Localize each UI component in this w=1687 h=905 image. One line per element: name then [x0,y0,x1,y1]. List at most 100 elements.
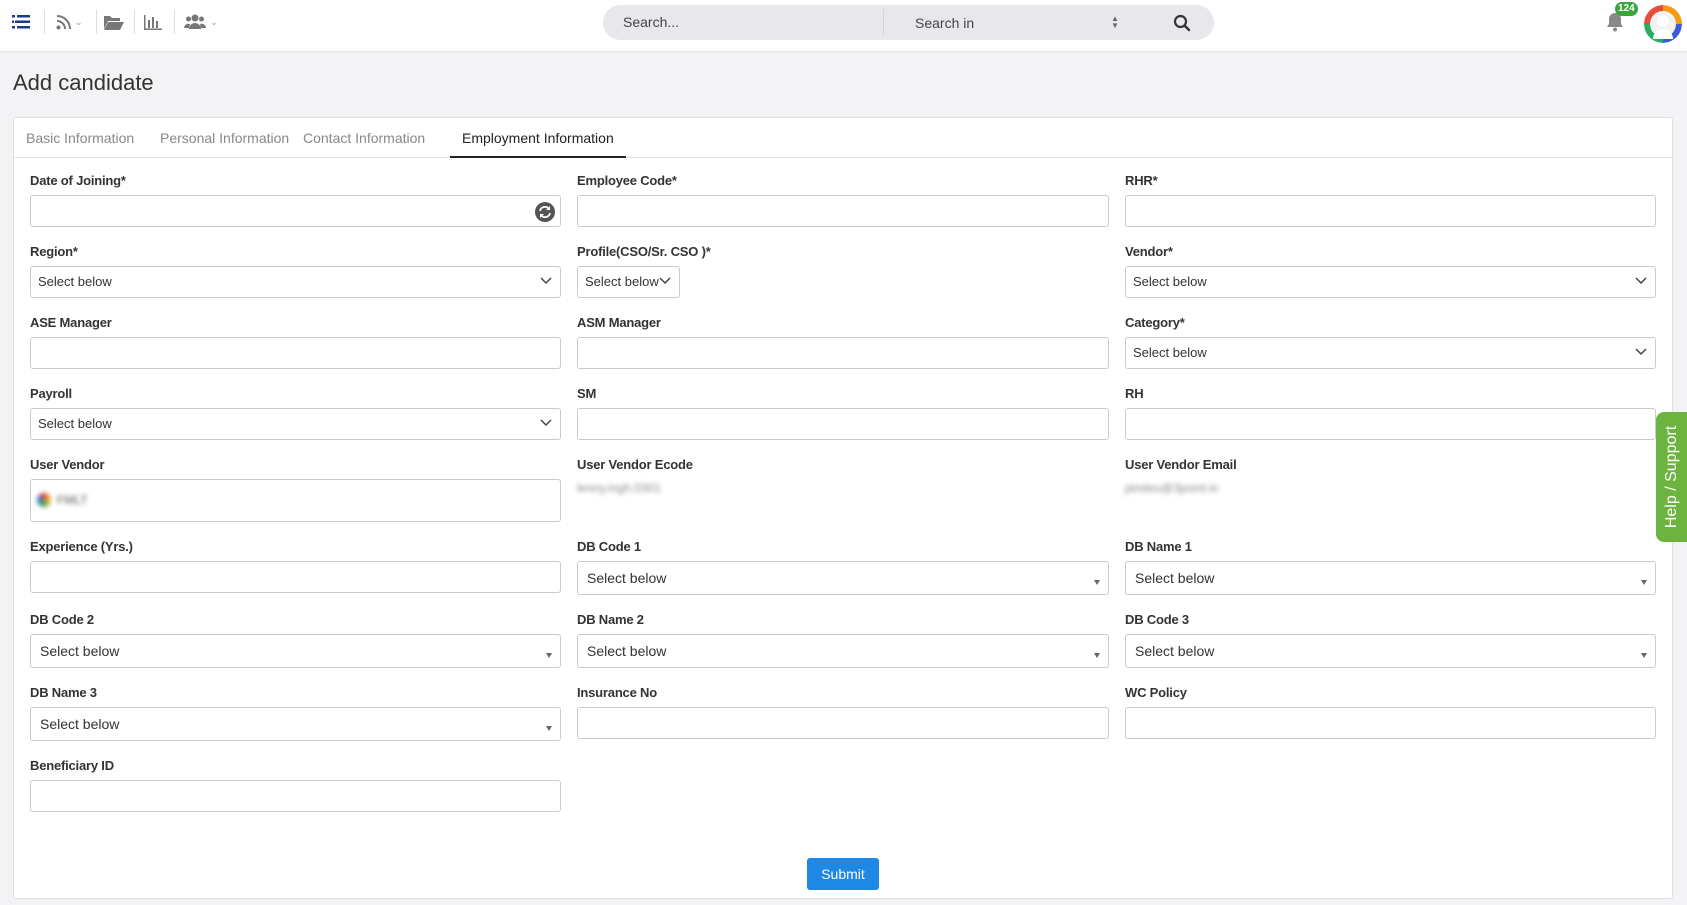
payroll-select[interactable]: Select below [30,408,561,440]
db-name-2-value: Select below [587,643,667,659]
payroll-label: Payroll [30,386,72,401]
search-bar: Search... Search in ▲ ▼ [603,5,1214,40]
user-vendor-chip: FMLT [37,489,87,511]
caret-down-icon [1094,653,1100,658]
experience-label: Experience (Yrs.) [30,539,133,554]
folder-icon[interactable] [104,12,124,32]
beneficiary-id-label: Beneficiary ID [30,758,114,773]
rhr-field[interactable] [1125,195,1656,227]
db-code-2-label: DB Code 2 [30,612,94,627]
refresh-icon[interactable] [534,201,556,223]
db-code-2-value: Select below [40,643,120,659]
region-label: Region* [30,244,78,259]
profile-select[interactable]: Select below [577,266,680,298]
menu-icon[interactable] [12,12,30,32]
profile-label: Profile(CSO/Sr. CSO )* [577,244,711,259]
category-label: Category* [1125,315,1185,330]
experience-field[interactable] [30,561,561,593]
ase-manager-label: ASE Manager [30,315,112,330]
db-code-1-value: Select below [587,570,667,586]
chevron-down-icon [1635,348,1647,356]
page-title: Add candidate [13,70,154,95]
chevron-down-icon: ⌄ [75,16,83,27]
chevron-down-icon [540,277,552,285]
db-name-1-value: Select below [1135,570,1215,586]
tab-employment-information[interactable]: Employment Information [450,118,626,158]
asm-manager-field[interactable] [577,337,1109,369]
user-vendor-value: FMLT [57,493,88,507]
caret-down-icon [546,726,552,731]
users-icon [184,14,206,29]
region-select[interactable]: Select below [30,266,561,298]
payroll-value: Select below [38,416,112,431]
db-code-3-value: Select below [1135,643,1215,659]
tab-contact-information[interactable]: Contact Information [291,118,437,158]
user-vendor-ecode-value: lenny.ingh.0301 [577,481,661,495]
user-vendor-label: User Vendor [30,457,105,472]
notification-badge: 124 [1615,2,1638,16]
rh-field[interactable] [1125,408,1656,440]
rss-menu[interactable]: ⌄ [56,12,83,32]
asm-manager-label: ASM Manager [577,315,661,330]
caret-down-icon [1641,653,1647,658]
caret-down-icon [1641,580,1647,585]
search-input[interactable]: Search... [623,5,679,40]
date-of-joining-field[interactable] [30,195,561,227]
wc-policy-label: WC Policy [1125,685,1187,700]
db-name-3-select[interactable]: Select below [30,707,561,741]
db-code-1-label: DB Code 1 [577,539,641,554]
rh-label: RH [1125,386,1144,401]
db-name-1-label: DB Name 1 [1125,539,1192,554]
db-name-2-label: DB Name 2 [577,612,644,627]
user-vendor-field[interactable]: FMLT [30,479,561,522]
user-vendor-email-value: pindeu@3point.in [1125,481,1219,495]
help-support-label: Help / Support [1662,425,1680,529]
tab-basic-information[interactable]: Basic Information [14,118,146,158]
wc-policy-field[interactable] [1125,707,1656,739]
employee-code-field[interactable] [577,195,1109,227]
db-code-1-select[interactable]: Select below [577,561,1109,595]
vendor-select[interactable]: Select below [1125,266,1656,298]
ase-manager-field[interactable] [30,337,561,369]
submit-button[interactable]: Submit [807,858,879,890]
tab-bar: Basic Information Personal Information C… [14,118,1672,158]
insurance-no-label: Insurance No [577,685,657,700]
top-navbar: ⌄ ⌄ Search... Search in ▲ ▼ 124 [0,0,1687,52]
sm-field[interactable] [577,408,1109,440]
profile-value: Select below [585,274,659,289]
bar-chart-icon[interactable] [144,12,162,32]
chevron-down-icon [540,419,552,427]
rhr-label: RHR* [1125,173,1158,188]
users-menu[interactable]: ⌄ [184,12,218,32]
chevron-down-icon [659,277,671,285]
vendor-logo-icon [37,493,51,507]
vendor-label: Vendor* [1125,244,1173,259]
chevron-down-icon [1635,277,1647,285]
db-name-3-label: DB Name 3 [30,685,97,700]
help-support-tab[interactable]: Help / Support [1656,412,1687,542]
category-value: Select below [1133,345,1207,360]
db-code-3-label: DB Code 3 [1125,612,1189,627]
date-of-joining-label: Date of Joining* [30,173,126,188]
db-code-2-select[interactable]: Select below [30,634,561,668]
search-icon[interactable] [1173,14,1191,32]
db-name-3-value: Select below [40,716,120,732]
caret-down-icon [1094,580,1100,585]
user-vendor-ecode-label: User Vendor Ecode [577,457,693,472]
insurance-no-field[interactable] [577,707,1109,739]
sm-label: SM [577,386,597,401]
category-select[interactable]: Select below [1125,337,1656,369]
region-value: Select below [38,274,112,289]
db-name-2-select[interactable]: Select below [577,634,1109,668]
vendor-value: Select below [1133,274,1207,289]
caret-down-icon [546,653,552,658]
db-name-1-select[interactable]: Select below [1125,561,1656,595]
beneficiary-id-field[interactable] [30,780,561,812]
tab-personal-information[interactable]: Personal Information [148,118,301,158]
search-in-select[interactable]: Search in [915,5,974,40]
user-vendor-email-label: User Vendor Email [1125,457,1237,472]
sort-icon: ▲ ▼ [1111,14,1119,30]
avatar[interactable] [1644,5,1682,43]
db-code-3-select[interactable]: Select below [1125,634,1656,668]
chevron-down-icon: ⌄ [210,16,218,27]
